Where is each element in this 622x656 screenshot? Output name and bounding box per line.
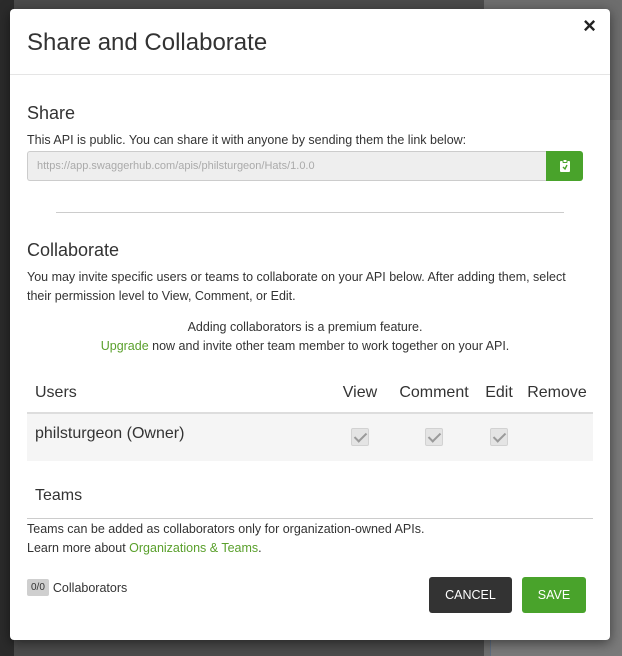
users-table-header: Users View Comment Edit Remove bbox=[27, 373, 593, 414]
edit-column-header: Edit bbox=[477, 373, 521, 414]
share-link-group bbox=[27, 151, 583, 181]
copy-link-button[interactable] bbox=[546, 151, 583, 181]
comment-column-header: Comment bbox=[391, 373, 477, 414]
users-column-header: Users bbox=[27, 373, 329, 414]
upgrade-notice: Upgrade now and invite other team member… bbox=[27, 339, 583, 353]
share-description: This API is public. You can share it wit… bbox=[27, 133, 467, 147]
upgrade-notice-text: now and invite other team member to work… bbox=[148, 339, 510, 353]
upgrade-link[interactable]: Upgrade bbox=[101, 339, 149, 353]
remove-cell bbox=[521, 413, 593, 461]
remove-column-header: Remove bbox=[521, 373, 593, 414]
teams-note: Teams can be added as collaborators only… bbox=[27, 522, 425, 536]
edit-permission-checkbox bbox=[490, 428, 508, 447]
collaborators-count-badge: 0/0 bbox=[27, 579, 49, 596]
table-row: philsturgeon (Owner) bbox=[27, 413, 593, 461]
collaborators-count: 0/0 Collaborators bbox=[27, 579, 127, 596]
dialog-title: Share and Collaborate bbox=[27, 29, 268, 56]
share-link-input[interactable] bbox=[27, 151, 546, 181]
clipboard-icon bbox=[559, 159, 570, 172]
cancel-button[interactable]: CANCEL bbox=[429, 577, 512, 613]
section-divider bbox=[56, 212, 564, 213]
organizations-teams-link[interactable]: Organizations & Teams bbox=[129, 541, 258, 555]
save-button[interactable]: SAVE bbox=[522, 577, 586, 613]
collaborate-heading: Collaborate bbox=[27, 240, 120, 260]
teams-heading: Teams bbox=[27, 487, 593, 519]
user-name: philsturgeon (Owner) bbox=[27, 413, 329, 461]
premium-notice: Adding collaborators is a premium featur… bbox=[187, 320, 423, 334]
learn-more-suffix: . bbox=[258, 541, 262, 555]
close-icon[interactable]: × bbox=[583, 15, 596, 37]
dialog-header: Share and Collaborate × bbox=[10, 9, 610, 75]
share-collaborate-dialog: Share and Collaborate × Share This API i… bbox=[10, 9, 610, 640]
share-heading: Share bbox=[27, 103, 76, 123]
comment-permission-checkbox bbox=[425, 428, 443, 447]
collaborators-label: Collaborators bbox=[52, 580, 128, 595]
collaborate-description: You may invite specific users or teams t… bbox=[27, 270, 566, 303]
learn-more-prefix: Learn more about bbox=[27, 541, 130, 555]
users-table: Users View Comment Edit Remove philsturg… bbox=[27, 373, 593, 461]
view-permission-checkbox bbox=[351, 428, 369, 447]
teams-learn-more: Learn more about Organizations & Teams. bbox=[27, 539, 262, 558]
view-column-header: View bbox=[329, 373, 391, 414]
